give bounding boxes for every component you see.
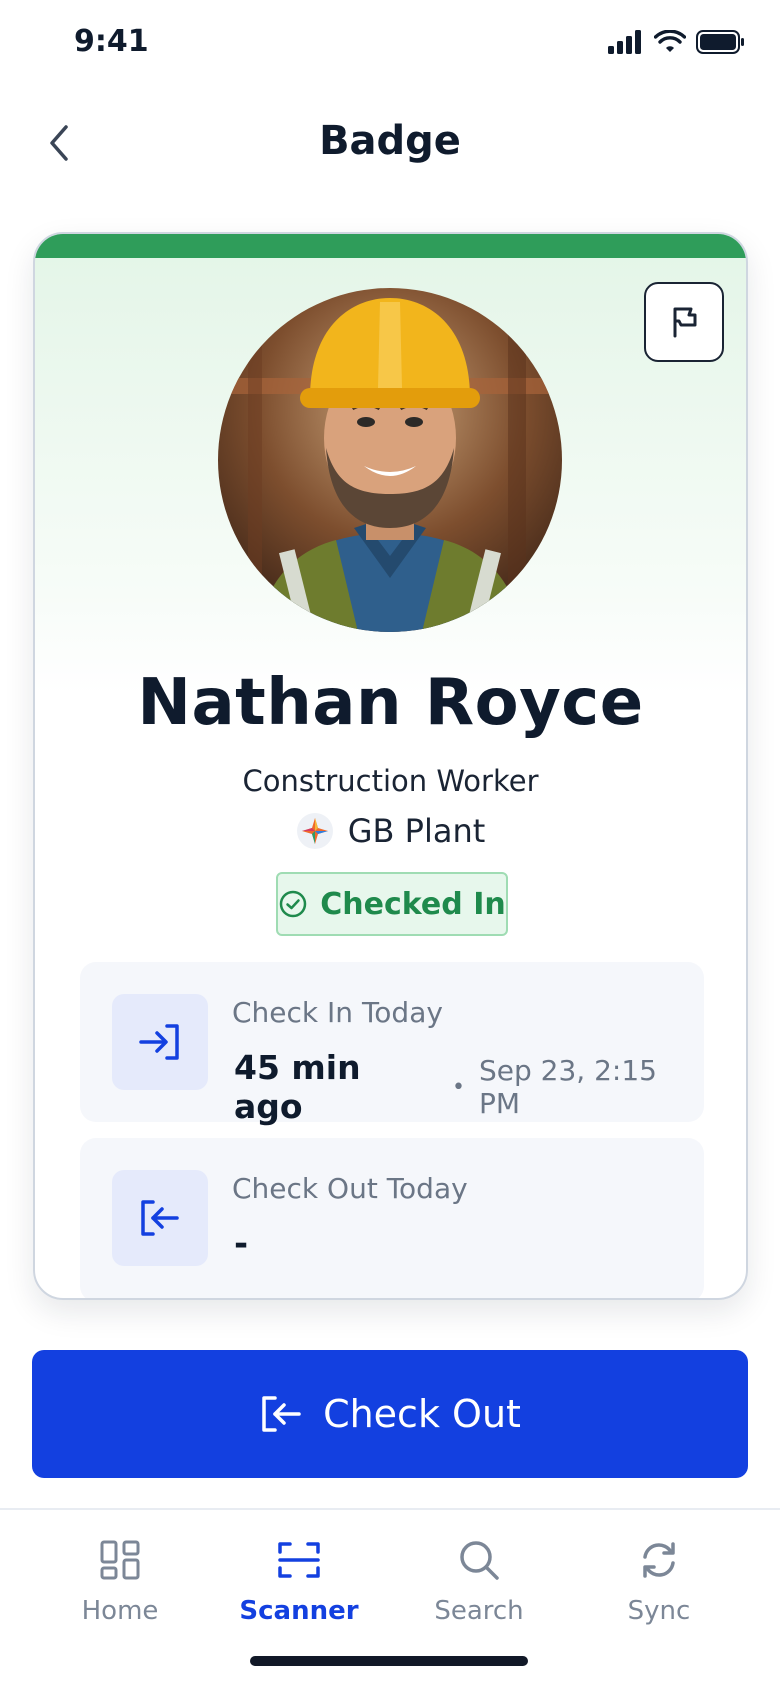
sign-out-icon: [141, 1200, 179, 1236]
grid-icon: [100, 1540, 140, 1580]
check-in-relative-time: 45 min ago: [234, 1048, 361, 1126]
sign-out-icon: [262, 1396, 301, 1432]
company-name: GB Plant: [347, 812, 486, 850]
flag-icon: [673, 307, 697, 338]
wifi-icon: [654, 30, 686, 52]
check-out-info: Check Out Today -: [80, 1138, 704, 1298]
status-icons: [608, 30, 744, 54]
check-out-icon-tile: [112, 1170, 208, 1266]
status-bar: 9:41: [0, 0, 780, 90]
check-out-label: Check Out Today: [232, 1172, 468, 1205]
report-button[interactable]: [644, 282, 724, 362]
check-out-button-label: Check Out: [323, 1392, 521, 1436]
check-in-info: Check In Today 45 min ago • Sep 23, 2:15…: [80, 962, 704, 1126]
tab-home-label: Home: [81, 1596, 159, 1626]
search-icon: [460, 1541, 499, 1580]
check-in-label: Check In Today: [232, 996, 443, 1029]
separator-dot: •: [452, 1074, 465, 1100]
page-title: Badge: [319, 118, 461, 164]
status-badge-label: Checked In: [320, 886, 506, 922]
scanner-icon: [278, 1542, 320, 1578]
tab-scanner-label: Scanner: [239, 1596, 359, 1626]
tab-sync-label: Sync: [627, 1596, 691, 1626]
signal-icon: [608, 30, 641, 54]
tab-scanner[interactable]: Scanner: [219, 1536, 379, 1636]
check-out-value: -: [234, 1224, 248, 1264]
header: Badge: [0, 100, 780, 190]
card-status-bar: [35, 234, 746, 258]
status-badge: Checked In: [276, 872, 508, 936]
check-in-icon-tile: [112, 994, 208, 1090]
sign-in-icon: [139, 1024, 179, 1060]
check-out-time: -: [234, 1224, 249, 1264]
tab-search-label: Search: [434, 1596, 524, 1626]
check-out-button[interactable]: Check Out: [32, 1350, 748, 1478]
status-time: 9:41: [74, 24, 149, 59]
avatar: [218, 288, 562, 632]
check-circle-icon: [280, 890, 307, 918]
home-indicator: [250, 1656, 528, 1666]
worker-role: Construction Worker: [242, 764, 539, 798]
company-logo-icon: [296, 813, 333, 849]
worker-photo: [218, 288, 562, 632]
badge-card: Nathan Royce Construction Worker GB Plan…: [33, 232, 748, 1300]
check-in-value: 45 min ago • Sep 23, 2:15 PM: [234, 1048, 704, 1126]
tab-sync[interactable]: Sync: [579, 1536, 739, 1636]
company: GB Plant: [35, 812, 746, 850]
sync-icon: [643, 1542, 675, 1578]
tab-search[interactable]: Search: [399, 1536, 559, 1636]
battery-icon: [696, 30, 744, 54]
tab-home[interactable]: Home: [40, 1536, 200, 1636]
worker-name: Nathan Royce: [137, 666, 644, 740]
check-in-timestamp: Sep 23, 2:15 PM: [478, 1054, 657, 1120]
